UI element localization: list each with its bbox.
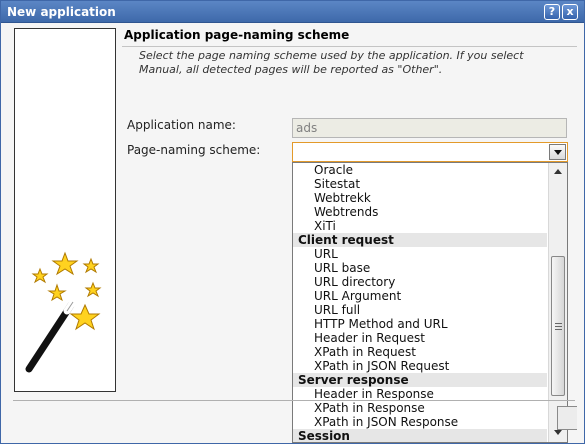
dropdown-group-header: Server response <box>293 373 547 387</box>
page-naming-scheme-label: Page-naming scheme: <box>127 143 261 157</box>
new-application-dialog: New application ? x Application page-nam… <box>0 0 585 444</box>
grip-line <box>555 323 562 324</box>
dropdown-option[interactable]: Webtrends <box>293 205 547 219</box>
grip-line <box>555 329 562 330</box>
section-title: Application page-naming scheme <box>124 28 350 42</box>
dropdown-option[interactable]: HTTP Method and URL <box>293 317 547 331</box>
dropdown-option[interactable]: Header in Request <box>293 331 547 345</box>
section-description: Select the page naming scheme used by th… <box>139 49 524 76</box>
wizard-illustration-panel <box>14 28 116 392</box>
grip-line <box>555 326 562 327</box>
dropdown-option[interactable]: XiTi <box>293 219 547 233</box>
dropdown-option[interactable]: XPath in JSON Request <box>293 359 547 373</box>
dropdown-option[interactable]: URL directory <box>293 275 547 289</box>
dropdown-option[interactable]: Webtrekk <box>293 191 547 205</box>
close-icon[interactable]: x <box>562 4 578 20</box>
dropdown-group-header: Client request <box>293 233 547 247</box>
magic-wand-icon <box>25 251 102 373</box>
dropdown-options: Oracle Sitestat Webtrekk Webtrends XiTi Clien… <box>293 163 547 442</box>
dropdown-option[interactable]: Header in Response <box>293 387 547 401</box>
dropdown-option[interactable]: Oracle <box>293 163 547 177</box>
dropdown-option[interactable]: URL base <box>293 261 547 275</box>
dropdown-option[interactable]: Sitestat <box>293 177 547 191</box>
dropdown-option[interactable]: URL Argument <box>293 289 547 303</box>
dropdown-option[interactable]: XPath in JSON Response <box>293 415 547 429</box>
chevron-down-icon[interactable] <box>549 144 566 160</box>
dropdown-option[interactable]: URL <box>293 247 547 261</box>
dropdown-option[interactable]: URL full <box>293 303 547 317</box>
dropdown-group-header: Session <box>293 429 547 442</box>
section-divider <box>122 46 577 47</box>
help-icon[interactable]: ? <box>544 4 560 20</box>
dialog-title: New application <box>7 5 116 19</box>
footer-divider <box>13 400 575 401</box>
scroll-up-icon[interactable] <box>550 164 566 180</box>
application-name-field: ads <box>292 118 567 138</box>
wand-stick <box>25 301 75 373</box>
dropdown-option[interactable]: XPath in Response <box>293 401 547 415</box>
title-bar[interactable]: New application ? x <box>1 1 584 23</box>
page-naming-scheme-select[interactable] <box>292 142 568 162</box>
footer-button[interactable] <box>557 406 577 430</box>
dropdown-option[interactable]: XPath in Request <box>293 345 547 359</box>
scroll-thumb[interactable] <box>551 256 565 396</box>
application-name-label: Application name: <box>127 118 236 132</box>
